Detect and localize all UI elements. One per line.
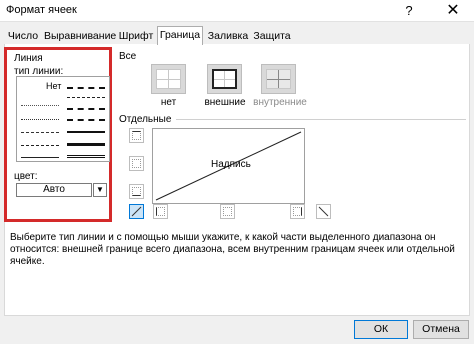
line-style-dashed[interactable] [21,145,59,146]
preset-outline-label: внешние [204,97,246,108]
description-text: Выберите тип линии и с помощью мыши укаж… [10,232,455,267]
window-title: Формат ячеек [6,4,77,16]
tab-border[interactable]: Граница [157,26,203,45]
line-style-hair[interactable] [21,105,59,106]
tab-protection[interactable]: Защита [252,28,292,44]
preset-none-button[interactable] [151,64,186,94]
line-style-thick[interactable] [67,143,105,146]
preset-inside-button [261,64,296,94]
line-none-label: Нет [46,81,62,91]
tab-fill[interactable]: Заливка [206,28,250,44]
ok-button[interactable]: ОК [354,320,408,339]
border-group-divider [176,119,466,120]
border-diagonal-up-button[interactable] [129,204,144,219]
border-bottom-button[interactable] [129,184,144,199]
line-group-label: Линия [14,53,43,64]
line-style-list[interactable]: Нет [16,76,110,162]
line-color-select[interactable]: Авто [16,183,92,197]
line-style-slanted[interactable] [67,97,105,98]
border-vertical-button[interactable] [220,204,235,219]
line-style-dotted[interactable] [21,119,59,120]
border-diagonal-down-button[interactable] [316,204,331,219]
close-button[interactable]: ✕ [438,1,468,21]
border-preview[interactable]: Надпись [152,128,305,204]
line-style-thin[interactable] [21,157,59,158]
line-style-dash-dot[interactable] [21,132,59,133]
preset-none-icon [156,69,181,89]
preview-text: Надпись [211,159,251,170]
border-group-label: Отдельные [119,114,172,125]
line-style-medium-dashed[interactable] [67,119,105,121]
title-bar: Формат ячеек ? ✕ [0,0,474,22]
diagonal-up-icon [131,206,142,217]
preset-inside-icon [266,69,291,89]
tab-font[interactable]: Шрифт [116,28,156,44]
line-color-label: цвет: [14,171,38,182]
line-style-double[interactable] [67,155,105,158]
presets-group-label: Все [119,51,137,62]
line-style-medium-dash-dot[interactable] [67,108,105,110]
preset-outline-button[interactable] [207,64,242,94]
preset-none-label: нет [160,97,177,108]
tab-alignment[interactable]: Выравнивание [44,28,116,44]
border-right-button[interactable] [290,204,305,219]
chevron-down-icon[interactable]: ▼ [93,183,107,197]
preset-outline-icon [212,69,237,89]
border-top-button[interactable] [129,128,144,143]
tab-number[interactable]: Число [6,28,40,44]
border-horizontal-button[interactable] [129,156,144,171]
cancel-button[interactable]: Отмена [413,320,469,339]
help-button[interactable]: ? [396,1,422,21]
line-style-medium[interactable] [67,131,105,133]
line-style-medium-dash-dot-dot[interactable] [67,87,105,89]
diagonal-down-icon [318,206,329,217]
border-left-button[interactable] [153,204,168,219]
preset-inside-label: внутренние [253,97,307,108]
